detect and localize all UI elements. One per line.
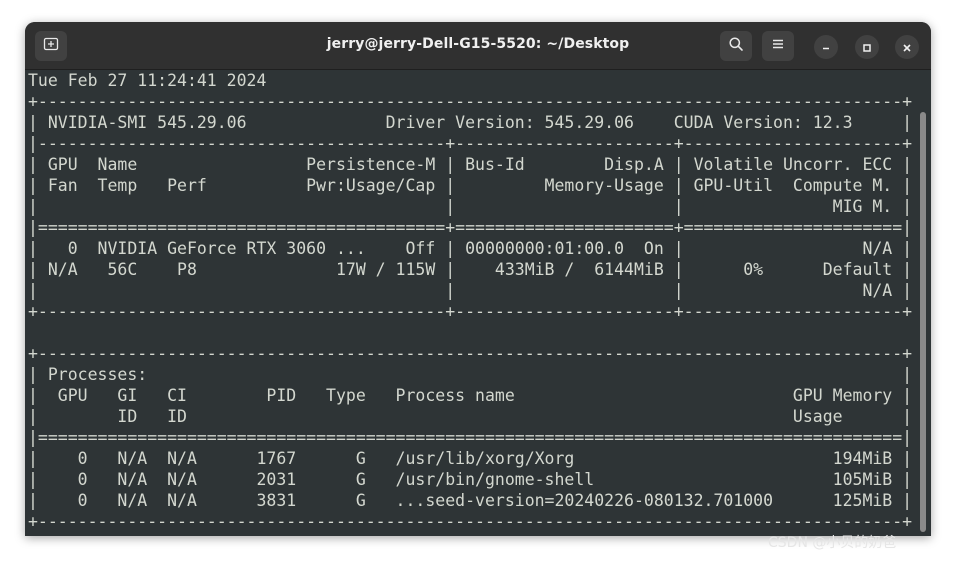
process-row: | 0 N/A N/A 3831 G ...seed-version=20240… bbox=[28, 491, 913, 510]
minimize-icon bbox=[821, 38, 831, 57]
window-title: jerry@jerry-Dell-G15-5520: ~/Desktop bbox=[326, 36, 630, 52]
processes-border-top: +---------------------------------------… bbox=[28, 344, 913, 363]
gpu-header-row-3: | | | MIG M. | bbox=[28, 197, 913, 216]
watermark: CSDN @小贝的奶爸 bbox=[768, 535, 897, 551]
terminal-scrollbar[interactable] bbox=[919, 70, 927, 536]
terminal-window: jerry@jerry-Dell-G15-5520: ~/Desktop Tue… bbox=[25, 22, 931, 536]
search-button[interactable] bbox=[720, 31, 752, 61]
table-border-bottom: +---------------------------------------… bbox=[28, 302, 913, 321]
close-button[interactable] bbox=[895, 35, 919, 59]
hamburger-menu-icon bbox=[770, 36, 786, 56]
processes-title-row: | Processes: | bbox=[28, 365, 913, 384]
gpu-header-row-2: | Fan Temp Perf Pwr:Usage/Cap | Memory-U… bbox=[28, 176, 913, 195]
gpu-info-row-3: | | | N/A | bbox=[28, 281, 913, 300]
terminal-line-timestamp: Tue Feb 27 11:24:41 2024 bbox=[28, 71, 336, 90]
terminal-output[interactable]: Tue Feb 27 11:24:41 2024 +--------------… bbox=[28, 70, 918, 536]
gpu-header-row-1: | GPU Name Persistence-M | Bus-Id Disp.A… bbox=[28, 155, 913, 174]
smi-version-row: | NVIDIA-SMI 545.29.06 Driver Version: 5… bbox=[28, 113, 913, 132]
title-bar: jerry@jerry-Dell-G15-5520: ~/Desktop bbox=[25, 22, 931, 70]
process-row: | 0 N/A N/A 1767 G /usr/lib/xorg/Xorg 19… bbox=[28, 449, 913, 468]
gpu-info-row-1: | 0 NVIDIA GeForce RTX 3060 ... Off | 00… bbox=[28, 239, 913, 258]
table-border-top: +---------------------------------------… bbox=[28, 92, 913, 111]
processes-divider: |=======================================… bbox=[28, 428, 913, 447]
minimize-button[interactable] bbox=[814, 35, 838, 59]
menu-button[interactable] bbox=[762, 31, 794, 61]
maximize-icon bbox=[862, 38, 872, 57]
search-icon bbox=[728, 36, 744, 56]
maximize-button[interactable] bbox=[855, 35, 879, 59]
processes-header-row-1: | GPU GI CI PID Type Process name GPU Me… bbox=[28, 386, 913, 405]
header-divider: |=======================================… bbox=[28, 218, 913, 237]
processes-header-row-2: | ID ID Usage | bbox=[28, 407, 913, 426]
scrollbar-thumb[interactable] bbox=[920, 112, 926, 532]
table-separator: |---------------------------------------… bbox=[28, 134, 913, 153]
close-icon bbox=[902, 38, 912, 57]
process-row: | 0 N/A N/A 2031 G /usr/bin/gnome-shell … bbox=[28, 470, 913, 489]
processes-border-bottom: +---------------------------------------… bbox=[28, 512, 913, 531]
gpu-info-row-2: | N/A 56C P8 17W / 115W | 433MiB / 6144M… bbox=[28, 260, 913, 279]
